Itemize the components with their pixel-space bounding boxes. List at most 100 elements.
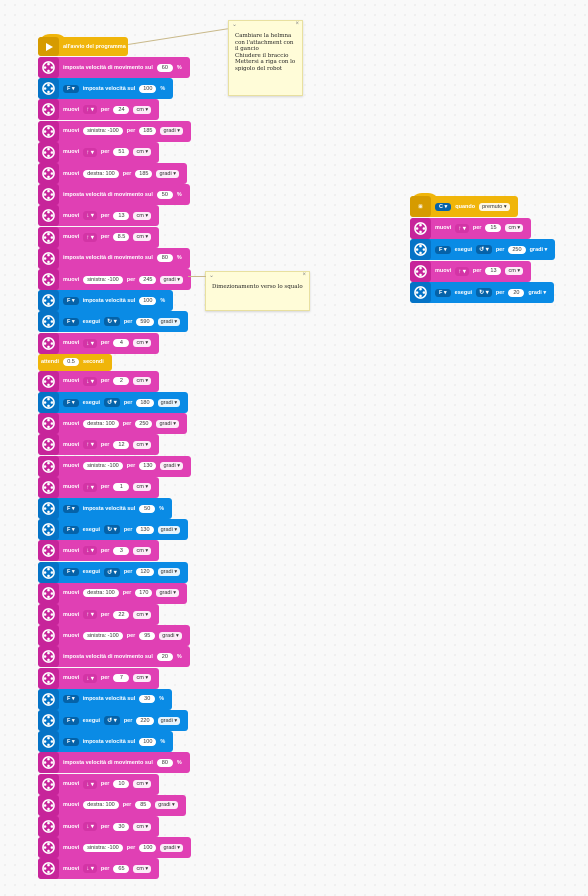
- movement-block[interactable]: muovi ↓ ▾ per 7 cm ▾: [38, 667, 160, 689]
- value-input[interactable]: 20: [156, 652, 173, 661]
- motor-block[interactable]: F ▾ esegui ↺ ▾ per 220 gradi ▾: [38, 710, 189, 731]
- value-input[interactable]: 7: [113, 674, 130, 683]
- value-input[interactable]: 245: [139, 275, 157, 284]
- motor-block[interactable]: F ▾ esegui ↺ ▾ per 120 gradi ▾: [38, 561, 189, 583]
- movement-block[interactable]: muovi ↓ ▾ per 30 cm ▾: [38, 816, 160, 837]
- movement-block[interactable]: muovi sinistra: -100 per 100 gradi ▾: [38, 837, 191, 859]
- port-dropdown[interactable]: F ▾: [63, 317, 79, 326]
- value-input[interactable]: 80: [156, 758, 173, 767]
- value-input[interactable]: 170: [135, 589, 153, 598]
- direction-dropdown[interactable]: ↓ ▾: [83, 376, 97, 386]
- unit-dropdown[interactable]: cm ▾: [133, 546, 152, 555]
- value-input[interactable]: 12: [113, 440, 130, 449]
- direction-dropdown[interactable]: ↓ ▾: [83, 211, 97, 221]
- value-input[interactable]: 185: [139, 127, 157, 136]
- value-input[interactable]: sinistra: -100: [83, 275, 123, 284]
- unit-dropdown[interactable]: cm ▾: [133, 440, 152, 449]
- port-dropdown[interactable]: F ▾: [63, 84, 79, 93]
- value-input[interactable]: 80: [156, 254, 173, 263]
- unit-dropdown[interactable]: gradi ▾: [159, 631, 182, 640]
- value-input[interactable]: 1: [113, 483, 130, 492]
- direction-dropdown[interactable]: ↑ ▾: [455, 223, 469, 233]
- direction-dropdown[interactable]: ↑ ▾: [455, 266, 469, 276]
- motor-block[interactable]: F ▾ imposta velocità sul 30%: [38, 688, 173, 710]
- port-dropdown[interactable]: C ▾: [435, 202, 452, 211]
- unit-dropdown[interactable]: cm ▾: [133, 674, 152, 683]
- port-dropdown[interactable]: F ▾: [435, 245, 451, 254]
- direction-dropdown[interactable]: ↑ ▾: [83, 440, 97, 450]
- direction-dropdown[interactable]: ↺ ▾: [104, 716, 120, 725]
- direction-dropdown[interactable]: ↻ ▾: [104, 525, 120, 535]
- unit-dropdown[interactable]: cm ▾: [505, 267, 524, 275]
- value-input[interactable]: 13: [113, 211, 130, 220]
- movement-block[interactable]: muovi ↑ ▾ per 24 cm ▾: [38, 99, 160, 121]
- direction-dropdown[interactable]: ↑ ▾: [83, 147, 97, 157]
- value-input[interactable]: 4: [113, 339, 130, 348]
- direction-dropdown[interactable]: ↻ ▾: [104, 317, 120, 327]
- unit-dropdown[interactable]: cm ▾: [133, 211, 152, 220]
- collapse-icon[interactable]: ⌄: [209, 272, 214, 280]
- value-input[interactable]: 220: [136, 716, 154, 725]
- port-dropdown[interactable]: F ▾: [63, 737, 79, 746]
- motor-block[interactable]: F ▾ esegui ↻ ▾ per 130 gradi ▾: [38, 519, 189, 541]
- direction-dropdown[interactable]: ↓ ▾: [83, 338, 97, 348]
- value-input[interactable]: destra: 100: [83, 801, 119, 810]
- unit-dropdown[interactable]: cm ▾: [133, 610, 152, 619]
- unit-dropdown[interactable]: cm ▾: [133, 822, 152, 831]
- value-input[interactable]: 250: [508, 245, 526, 254]
- note-text[interactable]: Dimezionamento verso lo squalo: [206, 280, 309, 295]
- value-input[interactable]: 0.5: [63, 358, 80, 367]
- value-input[interactable]: 8.5: [113, 233, 130, 242]
- direction-dropdown[interactable]: ↑ ▾: [83, 232, 97, 242]
- movement-block[interactable]: muovi ↓ ▾ per 10 cm ▾: [38, 773, 160, 795]
- direction-dropdown[interactable]: ↺ ▾: [104, 567, 120, 577]
- value-input[interactable]: 30: [113, 822, 130, 831]
- port-dropdown[interactable]: F ▾: [63, 398, 79, 407]
- value-input[interactable]: 65: [113, 864, 130, 873]
- movement-block[interactable]: muovi sinistra: -100 per 130 gradi ▾: [38, 455, 191, 477]
- port-dropdown[interactable]: F ▾: [63, 504, 79, 513]
- value-input[interactable]: sinistra: -100: [83, 127, 123, 136]
- value-input[interactable]: 130: [139, 462, 157, 471]
- value-input[interactable]: destra: 100: [83, 169, 119, 178]
- unit-dropdown[interactable]: premuto ▾: [479, 202, 510, 211]
- movement-block[interactable]: muovi ↑ ▾ per 51 cm ▾: [38, 141, 160, 163]
- unit-dropdown[interactable]: gradi ▾: [157, 317, 181, 326]
- direction-dropdown[interactable]: ↓ ▾: [83, 822, 97, 831]
- movement-block[interactable]: muovi ↓ ▾ per 13 cm ▾: [38, 205, 160, 227]
- port-dropdown[interactable]: F ▾: [435, 288, 451, 297]
- direction-dropdown[interactable]: ↑ ▾: [83, 105, 97, 115]
- value-input[interactable]: 10: [113, 780, 130, 789]
- motor-block[interactable]: F ▾ imposta velocità sul 100%: [38, 731, 174, 753]
- unit-dropdown[interactable]: gradi ▾: [155, 801, 178, 810]
- value-input[interactable]: 250: [135, 419, 153, 428]
- port-dropdown[interactable]: F ▾: [63, 716, 79, 725]
- unit-dropdown[interactable]: cm ▾: [133, 339, 152, 348]
- movement-block[interactable]: muovi ↓ ▾ per 3 cm ▾: [38, 540, 160, 562]
- movement-block[interactable]: muovi ↓ ▾ per 65 cm ▾: [38, 858, 160, 880]
- motor-block[interactable]: F ▾ imposta velocità sul 100%: [38, 78, 174, 100]
- value-input[interactable]: 20: [508, 288, 525, 297]
- comment-note-2[interactable]: ⌄ × Dimezionamento verso lo squalo: [205, 271, 310, 311]
- movement-block[interactable]: muovi ↓ ▾ per 4 cm ▾: [38, 332, 160, 354]
- value-input[interactable]: 15: [485, 224, 502, 232]
- unit-dropdown[interactable]: cm ▾: [133, 780, 152, 789]
- unit-dropdown[interactable]: gradi ▾: [160, 127, 183, 136]
- motor-block[interactable]: F ▾ esegui ↺ ▾ per 180 gradi ▾: [38, 392, 189, 413]
- button-pressed-block[interactable]: ⊞ C ▾ quando premuto ▾: [410, 196, 518, 217]
- value-input[interactable]: sinistra: -100: [83, 843, 123, 852]
- movement-block[interactable]: muovi destra: 100 per 85 gradi ▾: [38, 794, 186, 816]
- motor-block[interactable]: F ▾ imposta velocità sul 100%: [38, 290, 174, 312]
- unit-dropdown[interactable]: gradi ▾: [160, 843, 183, 852]
- value-input[interactable]: destra: 100: [83, 419, 119, 428]
- collapse-icon[interactable]: ⌄: [232, 21, 237, 29]
- unit-dropdown[interactable]: gradi ▾: [156, 169, 180, 178]
- unit-dropdown[interactable]: gradi ▾: [160, 462, 183, 471]
- movement-block[interactable]: imposta velocità di movimento sul 80%: [38, 752, 190, 774]
- value-input[interactable]: 3: [113, 546, 130, 555]
- movement-block[interactable]: muovi sinistra: -100 per 245 gradi ▾: [38, 269, 191, 290]
- value-input[interactable]: 95: [139, 631, 156, 640]
- movement-block[interactable]: imposta velocità di movimento sul 60%: [38, 57, 190, 78]
- movement-block[interactable]: muovi sinistra: -100 per 95 gradi ▾: [38, 625, 190, 647]
- value-input[interactable]: sinistra: -100: [83, 631, 123, 640]
